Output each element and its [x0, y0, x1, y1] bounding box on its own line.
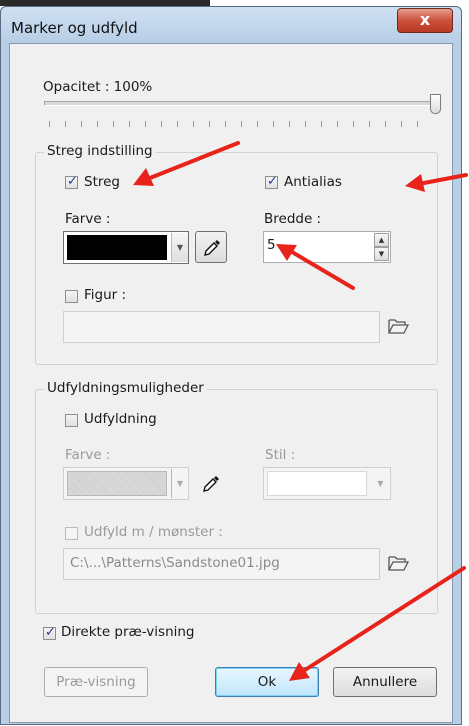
red-annotation-arrow: [289, 566, 466, 681]
red-annotation-arrow: [133, 141, 240, 186]
red-annotation-arrow: [405, 173, 468, 192]
red-annotation-arrow: [276, 244, 355, 290]
annotation-overlay: [133, 141, 468, 681]
